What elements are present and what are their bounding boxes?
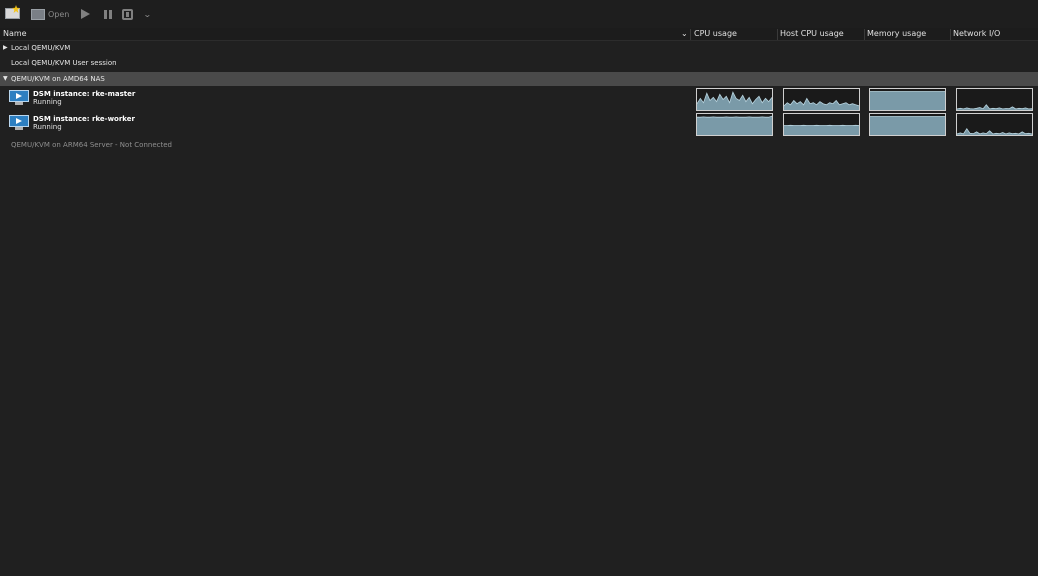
network-io-graph bbox=[956, 113, 1033, 136]
cpu-usage-graph bbox=[696, 113, 773, 136]
expander-collapsed-icon[interactable]: ▶ bbox=[3, 41, 8, 55]
pause-icon bbox=[104, 9, 113, 19]
chevron-down-icon: ⌄ bbox=[143, 9, 153, 19]
column-divider[interactable] bbox=[777, 29, 778, 40]
cpu-usage-graph bbox=[696, 88, 773, 111]
run-button[interactable] bbox=[73, 3, 94, 25]
column-memory-usage[interactable]: Memory usage bbox=[867, 28, 926, 41]
column-header: Name ⌄ CPU usage Host CPU usage Memory u… bbox=[0, 28, 1038, 41]
vm-row[interactable]: DSM instance: rke-master Running bbox=[0, 87, 1038, 112]
connection-row-local-qemu[interactable]: ▶ Local QEMU/KVM bbox=[0, 41, 1038, 55]
column-divider[interactable] bbox=[950, 29, 951, 40]
new-vm-button[interactable] bbox=[5, 3, 21, 25]
new-vm-icon bbox=[5, 5, 21, 21]
graph-area bbox=[957, 104, 1032, 110]
vm-status: Running bbox=[33, 98, 62, 106]
vm-name: DSM instance: rke-worker bbox=[33, 115, 135, 123]
toolbar: Open ⌄ bbox=[0, 0, 1038, 28]
column-divider[interactable] bbox=[690, 29, 691, 40]
vm-row[interactable]: DSM instance: rke-worker Running bbox=[0, 112, 1038, 137]
shutdown-button[interactable] bbox=[122, 3, 134, 25]
sort-chevron-icon[interactable]: ⌄ bbox=[681, 28, 688, 41]
monitor-icon bbox=[31, 8, 45, 20]
connection-row-amd64-nas[interactable]: ▼ QEMU/KVM on AMD64 NAS bbox=[0, 72, 1038, 86]
vm-running-icon bbox=[9, 115, 29, 131]
shutdown-icon bbox=[122, 8, 134, 20]
graph-line bbox=[697, 115, 772, 118]
graph-area bbox=[784, 125, 859, 135]
column-cpu-usage[interactable]: CPU usage bbox=[694, 28, 737, 41]
network-io-graph bbox=[956, 88, 1033, 111]
column-network-io[interactable]: Network I/O bbox=[953, 28, 1000, 41]
column-divider[interactable] bbox=[864, 29, 865, 40]
pause-button[interactable] bbox=[98, 3, 118, 25]
play-icon bbox=[81, 9, 91, 19]
memory-usage-graph bbox=[869, 88, 946, 111]
connection-label: Local QEMU/KVM User session bbox=[11, 59, 117, 67]
host-cpu-usage-graph bbox=[783, 113, 860, 136]
connection-label: QEMU/KVM on AMD64 NAS bbox=[11, 75, 105, 83]
connection-label: Local QEMU/KVM bbox=[11, 44, 71, 52]
vm-status: Running bbox=[33, 123, 62, 131]
memory-usage-graph bbox=[869, 113, 946, 136]
graph-area bbox=[870, 116, 945, 135]
connection-row-arm64-server[interactable]: QEMU/KVM on ARM64 Server - Not Connected bbox=[0, 138, 1038, 152]
expander-expanded-icon[interactable]: ▼ bbox=[3, 72, 8, 86]
graph-line bbox=[957, 104, 1032, 110]
shutdown-menu-button[interactable]: ⌄ bbox=[137, 3, 153, 25]
host-cpu-usage-graph bbox=[783, 88, 860, 111]
connection-label: QEMU/KVM on ARM64 Server - Not Connected bbox=[11, 141, 172, 149]
vm-name: DSM instance: rke-master bbox=[33, 90, 136, 98]
vm-running-icon bbox=[9, 90, 29, 106]
column-name[interactable]: Name bbox=[3, 28, 27, 41]
column-host-cpu-usage[interactable]: Host CPU usage bbox=[780, 28, 844, 41]
graph-area bbox=[957, 128, 1032, 135]
open-button-label: Open bbox=[48, 9, 70, 19]
graph-area bbox=[870, 91, 945, 110]
open-button[interactable]: Open bbox=[31, 3, 69, 25]
graph-area bbox=[697, 116, 772, 135]
connection-row-local-user-session[interactable]: Local QEMU/KVM User session bbox=[0, 56, 1038, 70]
